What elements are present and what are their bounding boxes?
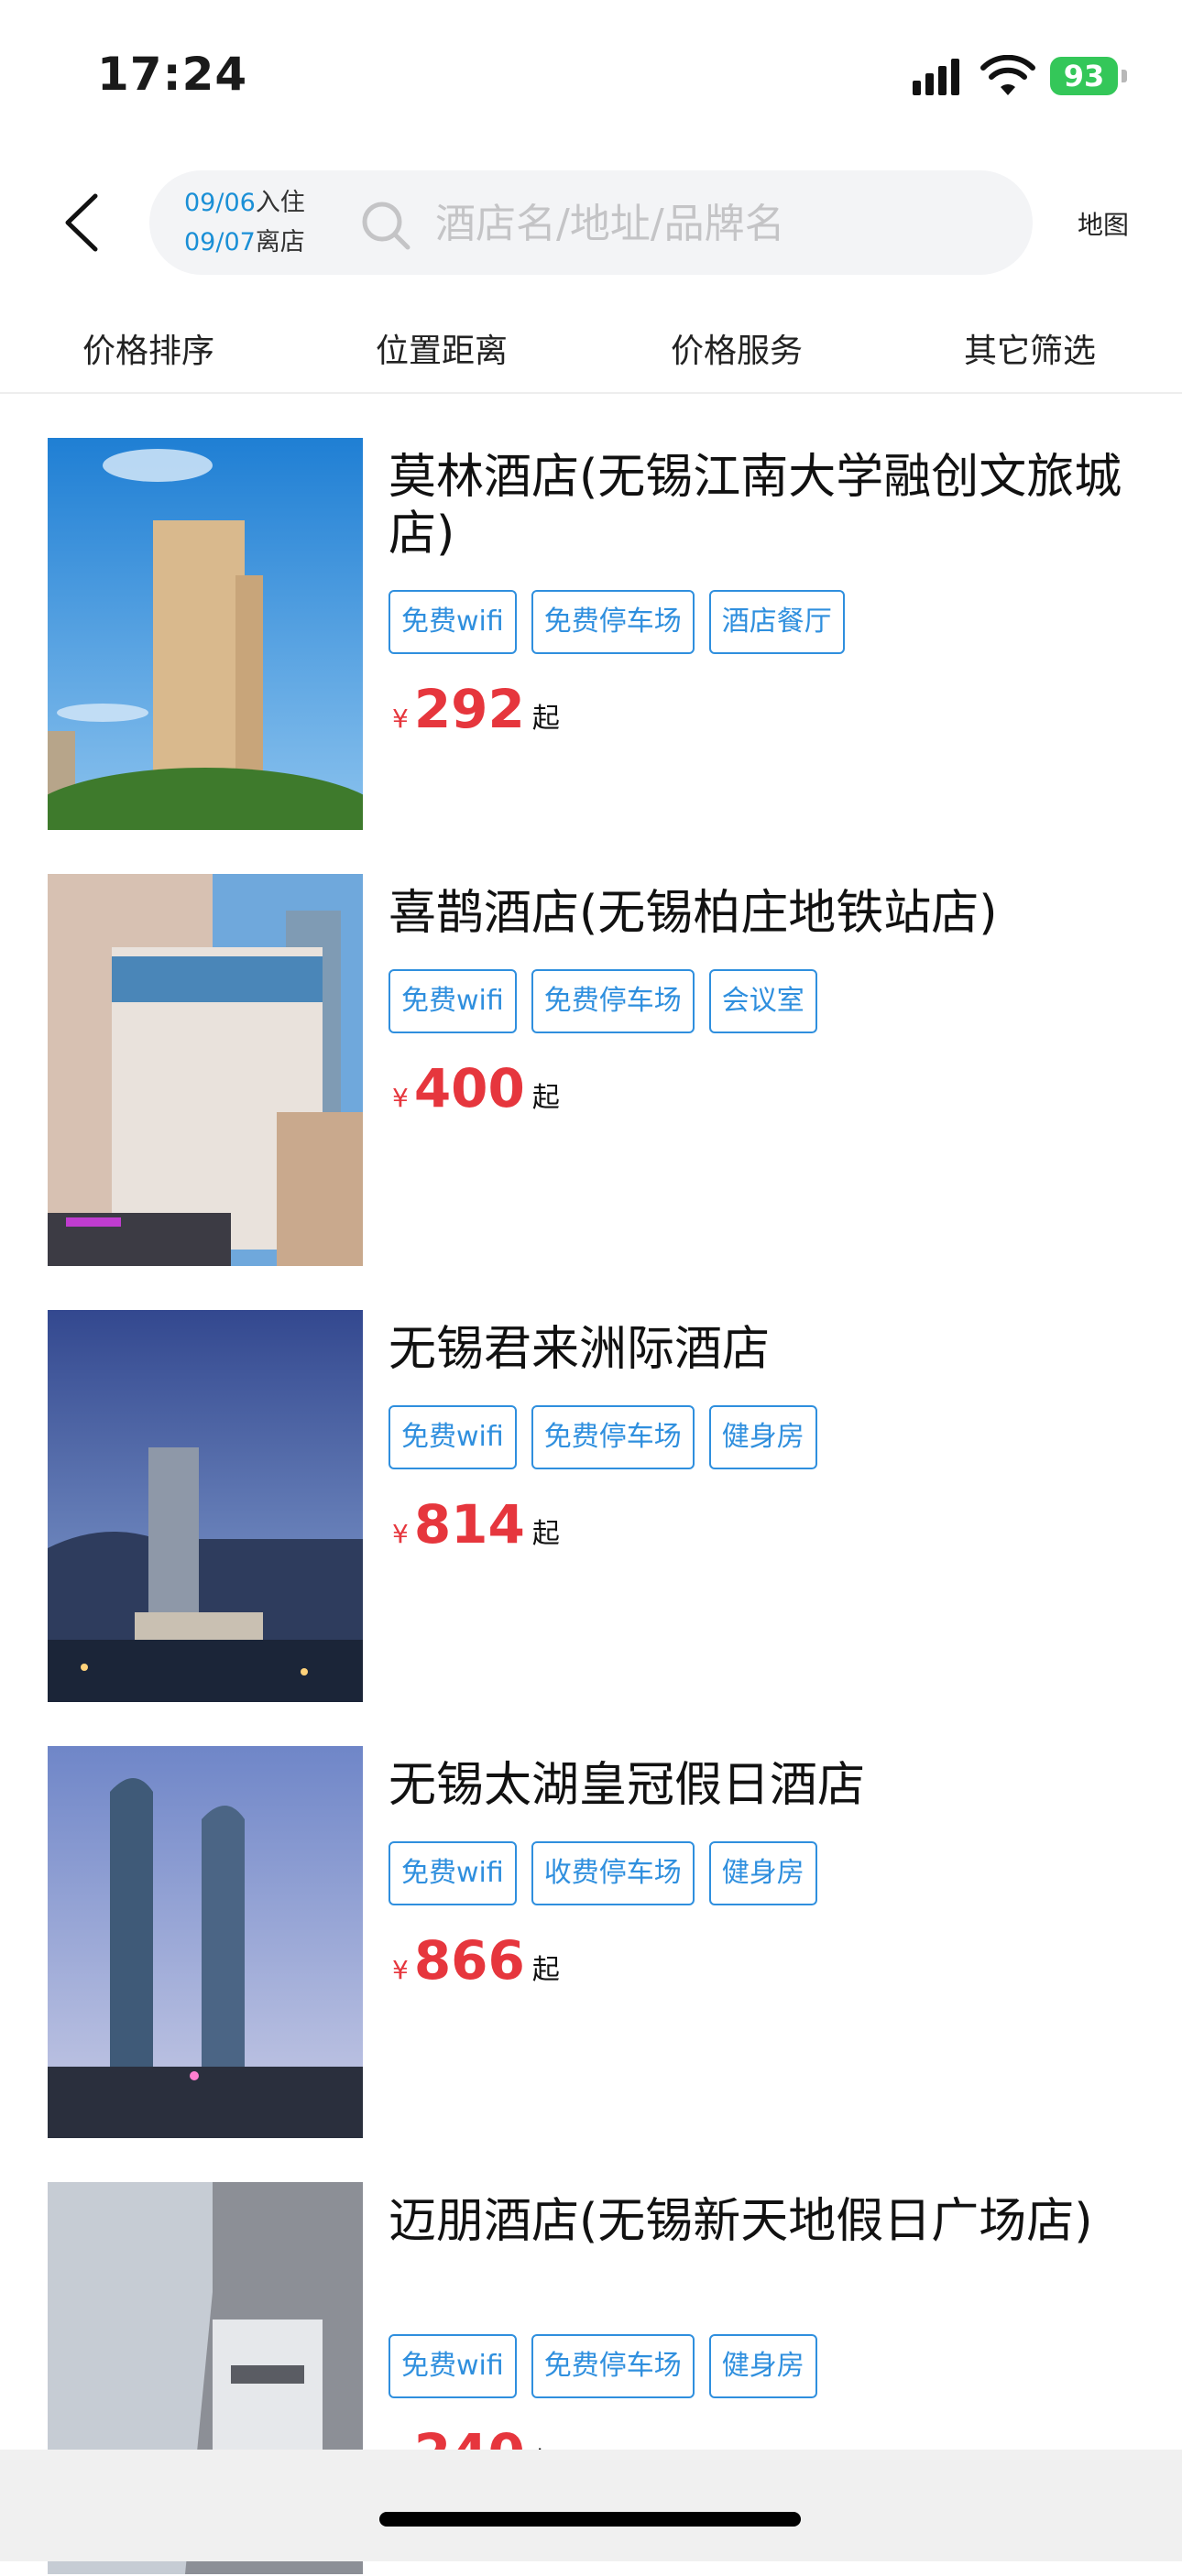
price-value: 292 — [413, 678, 525, 740]
price-suffix: 起 — [531, 1954, 560, 1986]
checkout-label: 离店 — [255, 228, 305, 257]
hotel-tags: 免费wifi 收费停车场 健身房 — [389, 1841, 817, 1905]
battery-icon: 93 — [1050, 57, 1118, 95]
tag-badge: 免费wifi — [389, 590, 517, 654]
hotel-photo — [48, 874, 363, 1266]
tag-badge: 免费停车场 — [531, 590, 695, 654]
wifi-icon — [980, 55, 1035, 95]
tag-badge: 健身房 — [708, 1405, 817, 1469]
search-icon — [362, 202, 410, 250]
search-input[interactable] — [433, 192, 987, 255]
tag-badge: 酒店餐厅 — [708, 590, 845, 654]
date-selector[interactable]: 09/06入住 09/07离店 — [184, 183, 305, 262]
checkout-date: 09/07 — [184, 228, 256, 257]
back-arrow-icon[interactable] — [55, 191, 110, 255]
hotel-tags: 免费wifi 免费停车场 健身房 — [389, 2334, 817, 2398]
tag-badge: 收费停车场 — [531, 1841, 695, 1905]
filter-other[interactable]: 其它筛选 — [920, 324, 1140, 372]
hotel-name: 迈朋酒店(无锡新天地假日广场店) — [389, 2194, 1093, 2249]
currency-symbol: ¥ — [392, 1519, 409, 1549]
tag-badge: 免费wifi — [389, 1405, 517, 1469]
checkin-date: 09/06 — [184, 189, 256, 217]
hotel-tags: 免费wifi 免费停车场 酒店餐厅 — [389, 590, 845, 654]
price-value: 814 — [413, 1493, 525, 1555]
price-suffix: 起 — [531, 1518, 560, 1550]
hotel-tags: 免费wifi 免费停车场 健身房 — [389, 1405, 817, 1469]
tag-badge: 免费停车场 — [531, 969, 695, 1033]
tag-badge: 免费停车场 — [531, 1405, 695, 1469]
hotel-card[interactable]: 喜鹊酒店(无锡柏庄地铁站店) 免费wifi 免费停车场 会议室 ¥400 起 — [0, 874, 1182, 1268]
price-value: 866 — [413, 1929, 525, 1992]
price-suffix: 起 — [531, 703, 560, 735]
filter-bar: 价格排序 位置距离 价格服务 其它筛选 — [0, 310, 1182, 394]
hotel-name: 喜鹊酒店(无锡柏庄地铁站店) — [389, 886, 998, 941]
tag-badge: 免费wifi — [389, 969, 517, 1033]
filter-price-sort[interactable]: 价格排序 — [38, 324, 258, 372]
hotel-tags: 免费wifi 免费停车场 会议室 — [389, 969, 817, 1033]
search-header: 09/06入住 09/07离店 地图 — [0, 165, 1182, 284]
tag-badge: 免费wifi — [389, 2334, 517, 2398]
hotel-photo — [48, 1310, 363, 1702]
tag-badge: 免费wifi — [389, 1841, 517, 1905]
cellular-signal-icon — [913, 59, 964, 95]
tag-badge: 会议室 — [708, 969, 817, 1033]
hotel-card[interactable]: 莫林酒店(无锡江南大学融创文旅城店) 免费wifi 免费停车场 酒店餐厅 ¥29… — [0, 438, 1182, 832]
hotel-card[interactable]: 无锡太湖皇冠假日酒店 免费wifi 收费停车场 健身房 ¥866 起 — [0, 1746, 1182, 2140]
currency-symbol: ¥ — [392, 1083, 409, 1113]
status-time: 17:24 — [97, 48, 248, 101]
hotel-price: ¥292 起 — [392, 678, 560, 740]
hotel-name: 莫林酒店(无锡江南大学融创文旅城店) — [389, 450, 1122, 562]
home-indicator[interactable] — [379, 2512, 801, 2527]
hotel-price: ¥400 起 — [392, 1057, 560, 1119]
currency-symbol: ¥ — [392, 704, 409, 734]
hotel-photo — [48, 1746, 363, 2138]
bottom-safe-area — [0, 2450, 1182, 2561]
tag-badge: 健身房 — [708, 1841, 817, 1905]
filter-location-distance[interactable]: 位置距离 — [332, 324, 552, 372]
hotel-price: ¥814 起 — [392, 1493, 560, 1555]
hotel-photo — [48, 438, 363, 830]
tag-badge: 健身房 — [708, 2334, 817, 2398]
tag-badge: 免费停车场 — [531, 2334, 695, 2398]
price-value: 400 — [413, 1057, 525, 1119]
hotel-name: 无锡太湖皇冠假日酒店 — [389, 1758, 866, 1813]
filter-price-service[interactable]: 价格服务 — [627, 324, 847, 372]
search-bar[interactable]: 09/06入住 09/07离店 — [149, 170, 1033, 275]
status-bar: 17:24 93 — [0, 0, 1182, 147]
map-button[interactable]: 地图 — [1078, 205, 1129, 242]
battery-tip — [1122, 70, 1127, 82]
price-suffix: 起 — [531, 1082, 560, 1114]
hotel-price: ¥866 起 — [392, 1929, 560, 1992]
checkin-label: 入住 — [255, 189, 305, 217]
hotel-card[interactable]: 无锡君来洲际酒店 免费wifi 免费停车场 健身房 ¥814 起 — [0, 1310, 1182, 1704]
hotel-name: 无锡君来洲际酒店 — [389, 1322, 771, 1377]
currency-symbol: ¥ — [392, 1955, 409, 1985]
